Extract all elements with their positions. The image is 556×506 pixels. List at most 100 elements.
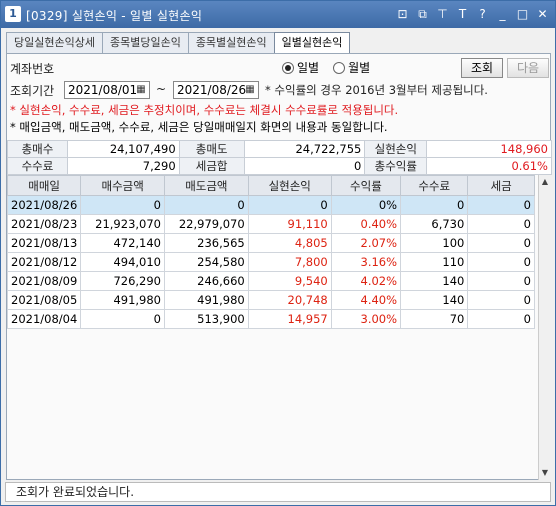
- scroll-down-icon[interactable]: ▼: [539, 466, 551, 480]
- help-icon[interactable]: ?: [474, 6, 491, 22]
- cell-date: 2021/08/09: [6, 271, 82, 291]
- cell-tax: 0: [467, 290, 535, 310]
- cell-yield: 0%: [330, 195, 402, 215]
- cell-sell: 0: [164, 195, 249, 215]
- col-header-yield[interactable]: 수익률: [330, 175, 402, 196]
- font-size-icon[interactable]: T: [454, 6, 471, 22]
- cell-yield: 0.40%: [330, 214, 402, 234]
- radio-daily-dot[interactable]: [282, 61, 294, 74]
- total-yield-label: 총수익률: [364, 157, 428, 175]
- col-header-tax[interactable]: 세금: [467, 175, 535, 196]
- period-type-radio-group: 일별 월별: [282, 59, 370, 76]
- link-icon[interactable]: ⊡: [394, 6, 411, 22]
- date-to-value: 2021/08/26: [177, 83, 247, 97]
- table-row[interactable]: 2021/08/26 0 0 0 0% 0 0: [6, 195, 535, 215]
- cell-tax: 0: [467, 233, 535, 253]
- cell-fee: 100: [400, 233, 469, 253]
- minimize-icon[interactable]: _: [494, 6, 511, 22]
- radio-monthly-label: 월별: [348, 61, 371, 75]
- title-bar: 1 [0329] 실현손익 - 일별 실현손익 ⊡ ⧉ ⊤ T ? _ □ ✕: [1, 1, 555, 28]
- cell-pnl: 14,957: [247, 309, 332, 329]
- cell-pnl: 7,800: [247, 252, 332, 272]
- tab-stock-daily-pnl[interactable]: 종목별당일손익: [101, 32, 189, 53]
- next-button[interactable]: 다음: [507, 58, 549, 78]
- cell-yield: 4.02%: [330, 271, 402, 291]
- tab-daily-realized-detail[interactable]: 당일실현손익상세: [6, 32, 103, 53]
- calendar-icon[interactable]: ▦: [243, 82, 257, 98]
- cell-yield: 3.00%: [330, 309, 402, 329]
- total-sell-label: 총매도: [178, 140, 245, 158]
- estimate-warning-note: * 실현손익, 수수료, 세금은 추정치이며, 수수료는 체결시 수수료률로 적…: [10, 103, 399, 117]
- radio-daily-label: 일별: [297, 61, 320, 75]
- col-header-trade-date[interactable]: 매매일: [6, 175, 82, 196]
- date-from-value: 2021/08/01: [68, 83, 138, 97]
- cell-sell: 491,980: [164, 290, 249, 310]
- close-icon[interactable]: ✕: [534, 6, 551, 22]
- copy-window-icon[interactable]: ⧉: [414, 6, 431, 22]
- fee-label: 수수료: [7, 157, 68, 175]
- total-buy-value: 24,107,490: [66, 140, 180, 158]
- cell-sell: 236,565: [164, 233, 249, 253]
- cell-tax: 0: [467, 271, 535, 291]
- cell-fee: 140: [400, 271, 469, 291]
- calendar-icon[interactable]: ▦: [134, 82, 148, 98]
- table-row[interactable]: 2021/08/09 726,290 246,660 9,540 4.02% 1…: [6, 271, 535, 291]
- tab-stock-realized-pnl[interactable]: 종목별실현손익: [187, 32, 275, 53]
- status-bar: 조회가 완료되었습니다.: [5, 482, 551, 502]
- col-header-buy-amount[interactable]: 매수금액: [80, 175, 165, 196]
- cell-date: 2021/08/13: [6, 233, 82, 253]
- table-row[interactable]: 2021/08/23 21,923,070 22,979,070 91,110 …: [6, 214, 535, 234]
- pin-icon[interactable]: ⊤: [434, 6, 451, 22]
- cell-buy: 0: [80, 309, 165, 329]
- table-row[interactable]: 2021/08/12 494,010 254,580 7,800 3.16% 1…: [6, 252, 535, 272]
- cell-buy: 472,140: [80, 233, 165, 253]
- realized-pnl-label: 실현손익: [364, 140, 428, 158]
- cell-sell: 513,900: [164, 309, 249, 329]
- summary-table: 총매수 24,107,490 총매도 24,722,755 실현손익 148,9…: [7, 140, 552, 175]
- cell-yield: 3.16%: [330, 252, 402, 272]
- total-yield-value: 0.61%: [426, 157, 552, 175]
- cell-buy: 491,980: [80, 290, 165, 310]
- cell-yield: 2.07%: [330, 233, 402, 253]
- cell-tax: 0: [467, 214, 535, 234]
- query-button[interactable]: 조회: [461, 58, 503, 78]
- period-label: 조회기간: [10, 84, 55, 98]
- scroll-up-icon[interactable]: ▲: [539, 175, 551, 189]
- vertical-scrollbar[interactable]: ▲ ▼: [538, 175, 551, 480]
- tax-value: 0: [243, 157, 366, 175]
- cell-pnl: 0: [247, 195, 332, 215]
- date-from-input[interactable]: 2021/08/01 ▦: [64, 81, 150, 99]
- col-header-realized-pnl[interactable]: 실현손익: [247, 175, 332, 196]
- date-range-tilde: ~: [156, 82, 167, 96]
- radio-daily[interactable]: 일별: [282, 59, 319, 76]
- radio-monthly-dot[interactable]: [333, 61, 346, 74]
- cell-pnl: 9,540: [247, 271, 332, 291]
- maximize-icon[interactable]: □: [514, 6, 531, 22]
- date-to-input[interactable]: 2021/08/26 ▦: [173, 81, 259, 99]
- cell-date: 2021/08/12: [6, 252, 82, 272]
- daily-pnl-grid: 매매일 매수금액 매도금액 실현손익 수익률 수수료 세금 2021/08/26…: [6, 175, 535, 329]
- total-sell-value: 24,722,755: [243, 140, 366, 158]
- data-source-note: * 매입금액, 매도금액, 수수료, 세금은 당일매매일지 화면의 내용과 동일…: [10, 120, 388, 134]
- window-number: 1: [5, 6, 21, 22]
- col-header-sell-amount[interactable]: 매도금액: [164, 175, 249, 196]
- tab-daily-realized-pnl[interactable]: 일별실현손익: [273, 32, 351, 54]
- cell-date: 2021/08/05: [6, 290, 82, 310]
- table-row[interactable]: 2021/08/05 491,980 491,980 20,748 4.40% …: [6, 290, 535, 310]
- cell-sell: 254,580: [164, 252, 249, 272]
- cell-tax: 0: [467, 195, 535, 215]
- cell-fee: 110: [400, 252, 469, 272]
- cell-buy: 494,010: [80, 252, 165, 272]
- total-buy-label: 총매수: [7, 140, 68, 158]
- cell-pnl: 4,805: [247, 233, 332, 253]
- cell-fee: 70: [400, 309, 469, 329]
- col-header-fee[interactable]: 수수료: [400, 175, 469, 196]
- table-row[interactable]: 2021/08/04 0 513,900 14,957 3.00% 70 0: [6, 309, 535, 329]
- radio-monthly[interactable]: 월별: [333, 59, 370, 76]
- account-label: 계좌번호: [10, 62, 55, 76]
- cell-date: 2021/08/23: [6, 214, 82, 234]
- cell-tax: 0: [467, 252, 535, 272]
- cell-fee: 6,730: [400, 214, 469, 234]
- table-row[interactable]: 2021/08/13 472,140 236,565 4,805 2.07% 1…: [6, 233, 535, 253]
- cell-buy: 726,290: [80, 271, 165, 291]
